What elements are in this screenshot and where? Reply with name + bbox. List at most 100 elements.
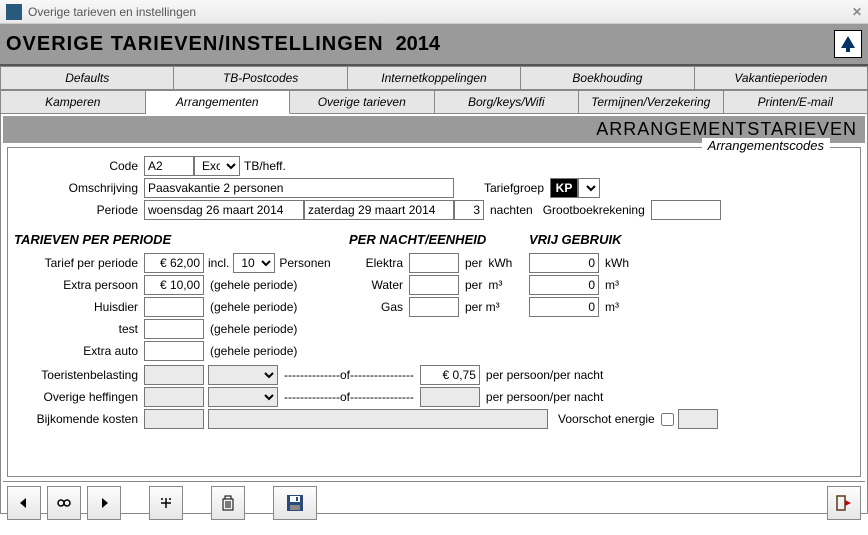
per-persoon-per-nacht-2: per persoon/per nacht xyxy=(486,390,603,404)
gehele-periode-3: (gehele periode) xyxy=(210,322,297,336)
tab-defaults[interactable]: Defaults xyxy=(0,66,174,90)
section-tarieven-label: TARIEVEN PER PERIODE xyxy=(14,232,349,247)
m3-label-b: m³ xyxy=(605,278,619,292)
personen-label: Personen xyxy=(279,256,330,270)
nachten-input[interactable] xyxy=(454,200,484,220)
gas-label: Gas xyxy=(349,300,409,314)
section-vrij-gebruik-label: VRIJ GEBRUIK xyxy=(529,232,679,247)
page-title: OVERIGE TARIEVEN/INSTELLINGEN xyxy=(6,33,384,56)
extra-auto-input[interactable] xyxy=(144,341,204,361)
toolbar xyxy=(3,481,865,524)
voorschot-energie-label: Voorschot energie xyxy=(558,412,655,426)
omschrijving-label: Omschrijving xyxy=(14,181,144,195)
toeristenbelasting-select[interactable] xyxy=(208,365,278,385)
m3-label-c: m³ xyxy=(605,300,619,314)
tab-vakantieperioden[interactable]: Vakantieperioden xyxy=(695,66,868,90)
tarief-per-periode-label: Tarief per periode xyxy=(14,256,144,270)
tbheff-label: TB/heff. xyxy=(244,159,286,173)
tariefgroep-select[interactable] xyxy=(578,178,600,198)
search-button[interactable] xyxy=(47,486,81,520)
tab-internetkoppelingen[interactable]: Internetkoppelingen xyxy=(348,66,521,90)
periode-label: Periode xyxy=(14,203,144,217)
gehele-periode-2: (gehele periode) xyxy=(210,300,297,314)
periode-to-input[interactable] xyxy=(304,200,454,220)
of-label-2: --------------of---------------- xyxy=(284,390,414,404)
code-input[interactable] xyxy=(144,156,194,176)
tab-termijnen-verzekering[interactable]: Termijnen/Verzekering xyxy=(579,90,724,114)
gehele-periode-1: (gehele periode) xyxy=(210,278,297,292)
bijkomende-kosten-input2[interactable] xyxy=(208,409,548,429)
tab-content: ARRANGEMENTSTARIEVEN Arrangementscodes C… xyxy=(0,114,868,514)
periode-from-input[interactable] xyxy=(144,200,304,220)
huisdier-label: Huisdier xyxy=(14,300,144,314)
tab-kamperen[interactable]: Kamperen xyxy=(0,90,146,114)
fieldset-legend: Arrangementscodes xyxy=(702,138,830,153)
tab-tb-postcodes[interactable]: TB-Postcodes xyxy=(174,66,347,90)
gas-input[interactable] xyxy=(409,297,459,317)
tb-per-nacht-input[interactable] xyxy=(420,365,480,385)
prev-button[interactable] xyxy=(7,486,41,520)
arrangementscodes-fieldset: Arrangementscodes Code Excl TB/heff. Oms… xyxy=(7,147,861,477)
next-button[interactable] xyxy=(87,486,121,520)
tab-row-1: Defaults TB-Postcodes Internetkoppelinge… xyxy=(0,66,868,90)
tab-boekhouding[interactable]: Boekhouding xyxy=(521,66,694,90)
of-label-1: --------------of---------------- xyxy=(284,368,414,382)
voorschot-energie-input[interactable] xyxy=(678,409,718,429)
app-icon xyxy=(6,4,22,20)
huisdier-input[interactable] xyxy=(144,297,204,317)
overige-heffingen-select[interactable] xyxy=(208,387,278,407)
extra-auto-label: Extra auto xyxy=(14,344,144,358)
vrij-gas-input[interactable] xyxy=(529,297,599,317)
vrij-water-input[interactable] xyxy=(529,275,599,295)
incl-label: incl. xyxy=(208,256,229,270)
water-input[interactable] xyxy=(409,275,459,295)
delete-button[interactable] xyxy=(211,486,245,520)
excl-select[interactable]: Excl xyxy=(194,156,240,176)
oh-per-nacht-input[interactable] xyxy=(420,387,480,407)
per-persoon-per-nacht-1: per persoon/per nacht xyxy=(486,368,603,382)
code-label: Code xyxy=(14,159,144,173)
voorschot-energie-checkbox[interactable] xyxy=(661,413,674,426)
elektra-input[interactable] xyxy=(409,253,459,273)
tab-borg-keys-wifi[interactable]: Borg/keys/Wifi xyxy=(435,90,580,114)
test-input[interactable] xyxy=(144,319,204,339)
exit-button[interactable] xyxy=(827,486,861,520)
save-button[interactable] xyxy=(273,486,317,520)
grootboekrekening-label: Grootboekrekening xyxy=(543,203,645,217)
close-icon[interactable]: ✕ xyxy=(852,5,862,19)
toeristenbelasting-label: Toeristenbelasting xyxy=(14,368,144,382)
page-year: 2014 xyxy=(396,33,441,56)
extra-persoon-label: Extra persoon xyxy=(14,278,144,292)
incl-personen-select[interactable]: 10 xyxy=(233,253,275,273)
window-titlebar: Overige tarieven en instellingen ✕ xyxy=(0,0,868,24)
per-label-1: per xyxy=(465,256,482,270)
test-label: test xyxy=(14,322,144,336)
tariefgroep-label: Tariefgroep xyxy=(470,181,550,195)
extra-persoon-input[interactable] xyxy=(144,275,204,295)
bijkomende-kosten-input1[interactable] xyxy=(144,409,204,429)
overige-heffingen-input1[interactable] xyxy=(144,387,204,407)
tarief-per-periode-input[interactable] xyxy=(144,253,204,273)
tab-arrangementen[interactable]: Arrangementen xyxy=(146,90,291,114)
tab-overige-tarieven[interactable]: Overige tarieven xyxy=(290,90,435,114)
tab-row-2: Kamperen Arrangementen Overige tarieven … xyxy=(0,90,868,114)
m3-label-a: m³ xyxy=(488,278,502,292)
grootboekrekening-input[interactable] xyxy=(651,200,721,220)
kwh-label-1: kWh xyxy=(488,256,512,270)
bijkomende-kosten-label: Bijkomende kosten xyxy=(14,412,144,426)
tariefgroep-value[interactable] xyxy=(550,178,578,198)
logo-icon xyxy=(834,30,862,58)
per-label-2: per xyxy=(465,278,482,292)
gehele-periode-4: (gehele periode) xyxy=(210,344,297,358)
overige-heffingen-label: Overige heffingen xyxy=(14,390,144,404)
vrij-elektra-input[interactable] xyxy=(529,253,599,273)
add-button[interactable] xyxy=(149,486,183,520)
perm3-label: per m³ xyxy=(465,300,500,314)
tab-printen-email[interactable]: Printen/E-mail xyxy=(724,90,868,114)
toeristenbelasting-input1[interactable] xyxy=(144,365,204,385)
window-title: Overige tarieven en instellingen xyxy=(28,5,852,19)
water-label: Water xyxy=(349,278,409,292)
page-header: OVERIGE TARIEVEN/INSTELLINGEN 2014 xyxy=(0,24,868,66)
omschrijving-input[interactable] xyxy=(144,178,454,198)
nachten-label: nachten xyxy=(490,203,533,217)
